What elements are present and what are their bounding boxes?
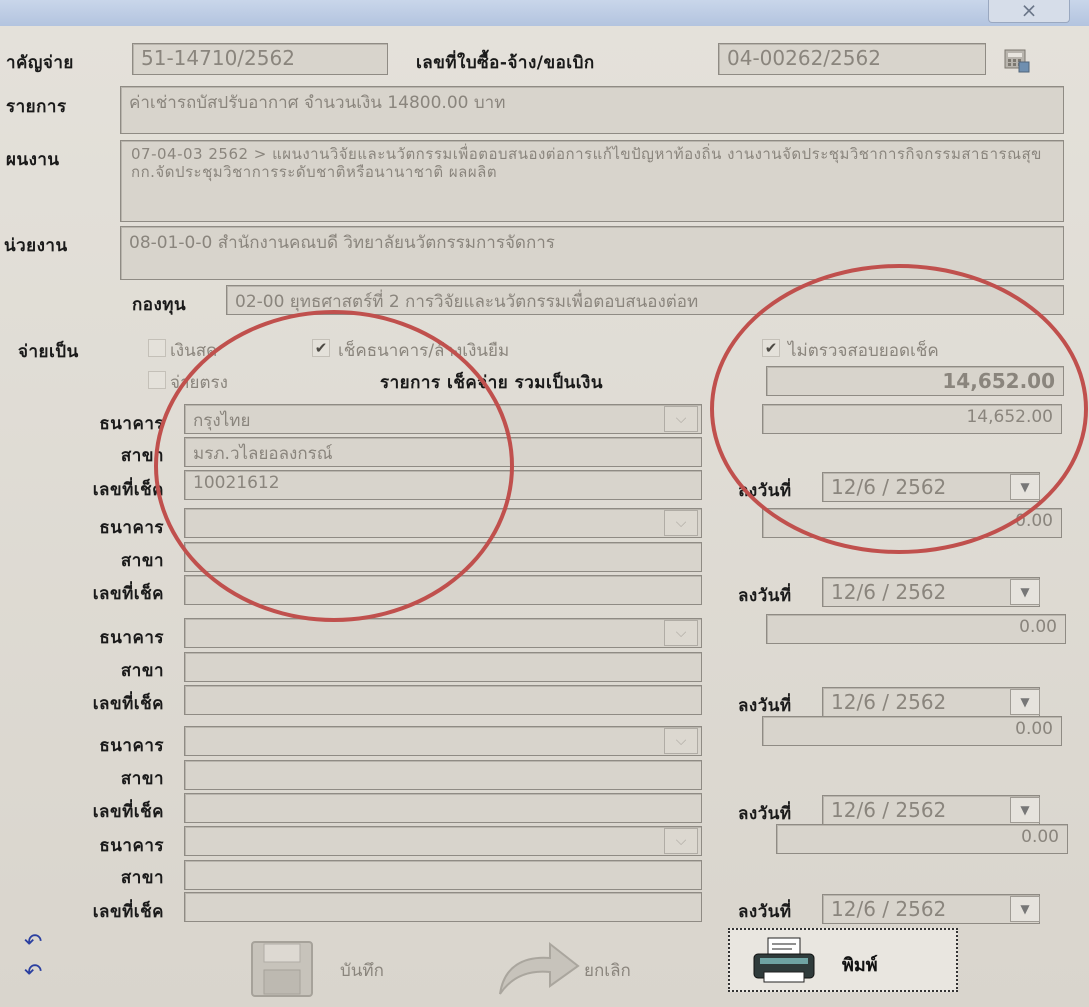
cheque-1-bank-dropdown-icon[interactable]: ⌵ bbox=[664, 406, 698, 432]
cheque-4-bank-dropdown-icon[interactable]: ⌵ bbox=[664, 728, 698, 754]
cheque-3-date-label: ลงวันที่ bbox=[738, 696, 792, 716]
calculator-icon[interactable] bbox=[1003, 48, 1031, 74]
cheque-4-branch-label: สาขา bbox=[120, 769, 164, 789]
cash-option-label: เงินสด bbox=[170, 341, 218, 361]
cheque-3-branch-label: สาขา bbox=[120, 661, 164, 681]
unit-label: น่วยงาน bbox=[4, 236, 68, 256]
cheque-3-amount-field[interactable]: 0.00 bbox=[766, 614, 1066, 644]
cancel-button[interactable] bbox=[494, 936, 580, 996]
plan-label: ผนงาน bbox=[6, 150, 60, 170]
cancel-label: ยกเลิก bbox=[584, 961, 631, 981]
cheque-5-number-field[interactable] bbox=[184, 892, 702, 922]
cheque-5-bank-select[interactable] bbox=[184, 826, 702, 856]
cheque-4-bank-select[interactable] bbox=[184, 726, 702, 756]
cheque-2-bank-dropdown-icon[interactable]: ⌵ bbox=[664, 510, 698, 536]
cheque-4-number-field[interactable] bbox=[184, 793, 702, 823]
cheque-3-branch-field[interactable] bbox=[184, 652, 702, 682]
undo-icon-2[interactable]: ↶ bbox=[24, 960, 42, 985]
cheque-1-date-dropdown-icon[interactable]: ▼ bbox=[1010, 474, 1040, 500]
undo-icon[interactable]: ↶ bbox=[24, 930, 42, 955]
no-verify-checkbox[interactable]: ✔ bbox=[762, 339, 780, 357]
cheque-2-date-field[interactable]: 12/6 / 2562 bbox=[822, 577, 1040, 607]
cheque-1-bank-select[interactable]: กรุงไทย bbox=[184, 404, 702, 434]
cheque-1-branch-label: สาขา bbox=[120, 446, 164, 466]
cheque-5-date-label: ลงวันที่ bbox=[738, 902, 792, 922]
cheque-4-date-label: ลงวันที่ bbox=[738, 804, 792, 824]
cheque-3-number-field[interactable] bbox=[184, 685, 702, 715]
fund-field[interactable]: 02-00 ยุทธศาสตร์ที่ 2 การวิจัยและนวัตกรร… bbox=[226, 285, 1064, 315]
item-label: รายการ bbox=[6, 97, 67, 117]
cheque-2-number-label: เลขที่เช็ค bbox=[92, 584, 164, 604]
cheque-checkbox[interactable]: ✔ bbox=[312, 339, 330, 357]
cheque-5-branch-field[interactable] bbox=[184, 860, 702, 890]
po-number-field[interactable]: 04-00262/2562 bbox=[718, 43, 986, 75]
contract-number-field[interactable]: 51-14710/2562 bbox=[132, 43, 388, 75]
cheque-1-amount-field[interactable]: 14,652.00 bbox=[762, 404, 1062, 434]
cheque-3-bank-dropdown-icon[interactable]: ⌵ bbox=[664, 620, 698, 646]
cheque-2-bank-select[interactable] bbox=[184, 508, 702, 538]
cheque-5-branch-label: สาขา bbox=[120, 868, 164, 888]
cheque-total-field[interactable]: 14,652.00 bbox=[766, 366, 1064, 396]
po-number-label: เลขที่ใบซื้อ-จ้าง/ขอเบิก bbox=[416, 53, 595, 73]
cheque-4-number-label: เลขที่เช็ค bbox=[92, 802, 164, 822]
unit-field[interactable]: 08-01-0-0 สำนักงานคณบดี วิทยาลัยนวัตกรรม… bbox=[120, 226, 1064, 280]
print-label: พิมพ์ bbox=[842, 955, 878, 976]
contract-label: าคัญจ่าย bbox=[6, 53, 74, 73]
cheque-1-number-label: เลขที่เช็ค bbox=[92, 480, 164, 500]
cheque-2-branch-label: สาขา bbox=[120, 551, 164, 571]
cheque-1-date-field[interactable]: 12/6 / 2562 bbox=[822, 472, 1040, 502]
cheque-3-date-dropdown-icon[interactable]: ▼ bbox=[1010, 689, 1040, 715]
printer-icon bbox=[753, 937, 815, 983]
cheque-1-branch-field[interactable]: มรภ.วไลยอลงกรณ์ bbox=[184, 437, 702, 467]
cheque-total-label: รายการ เช็คจ่าย รวมเป็นเงิน bbox=[380, 373, 603, 393]
cheque-2-date-label: ลงวันที่ bbox=[738, 586, 792, 606]
direct-pay-checkbox[interactable] bbox=[148, 371, 166, 389]
cheque-1-number-field[interactable]: 10021612 bbox=[184, 470, 702, 500]
cheque-2-bank-label: ธนาคาร bbox=[99, 518, 164, 538]
cheque-payment-panel: าคัญจ่าย 51-14710/2562 เลขที่ใบซื้อ-จ้าง… bbox=[0, 26, 1089, 1007]
title-bar: ⨯ bbox=[0, 0, 1089, 26]
cheque-2-date-dropdown-icon[interactable]: ▼ bbox=[1010, 579, 1040, 605]
save-label: บันทึก bbox=[340, 961, 384, 981]
cheque-5-date-field[interactable]: 12/6 / 2562 bbox=[822, 894, 1040, 924]
cheque-3-bank-label: ธนาคาร bbox=[99, 628, 164, 648]
cheque-4-date-dropdown-icon[interactable]: ▼ bbox=[1010, 797, 1040, 823]
cheque-4-branch-field[interactable] bbox=[184, 760, 702, 790]
fund-label: กองทุน bbox=[132, 295, 187, 315]
cheque-3-bank-select[interactable] bbox=[184, 618, 702, 648]
cheque-1-bank-label: ธนาคาร bbox=[99, 414, 164, 434]
cheque-5-bank-label: ธนาคาร bbox=[99, 836, 164, 856]
cheque-4-bank-label: ธนาคาร bbox=[99, 736, 164, 756]
item-description-field[interactable]: ค่าเช่ารถบัสปรับอากาศ จำนวนเงิน 14800.00… bbox=[120, 86, 1064, 134]
cheque-3-date-field[interactable]: 12/6 / 2562 bbox=[822, 687, 1040, 717]
cheque-2-amount-field[interactable]: 0.00 bbox=[762, 508, 1062, 538]
cheque-2-branch-field[interactable] bbox=[184, 542, 702, 572]
cheque-option-label: เช็คธนาคาร/ล้างเงินยืม bbox=[338, 341, 510, 361]
cheque-2-number-field[interactable] bbox=[184, 575, 702, 605]
plan-field[interactable]: 07-04-03 2562 > แผนงานวิจัยและนวัตกรรมเพ… bbox=[120, 140, 1064, 222]
save-button[interactable] bbox=[246, 940, 318, 998]
cheque-4-amount-field[interactable]: 0.00 bbox=[762, 716, 1062, 746]
pay-as-label: จ่ายเป็น bbox=[18, 342, 79, 362]
cheque-5-number-label: เลขที่เช็ค bbox=[92, 902, 164, 922]
cash-checkbox[interactable] bbox=[148, 339, 166, 357]
floppy-disk-icon bbox=[251, 941, 313, 997]
redo-arrow-icon bbox=[499, 941, 580, 995]
cheque-3-number-label: เลขที่เช็ค bbox=[92, 694, 164, 714]
print-button[interactable]: พิมพ์ bbox=[728, 928, 958, 992]
direct-pay-label: จ่ายตรง bbox=[170, 373, 228, 393]
cheque-5-amount-field[interactable]: 0.00 bbox=[776, 824, 1068, 854]
cheque-5-bank-dropdown-icon[interactable]: ⌵ bbox=[664, 828, 698, 854]
close-button[interactable]: ⨯ bbox=[988, 0, 1070, 23]
no-verify-option-label: ไม่ตรวจสอบยอดเช็ค bbox=[788, 341, 939, 361]
cheque-4-date-field[interactable]: 12/6 / 2562 bbox=[822, 795, 1040, 825]
cheque-1-date-label: ลงวันที่ bbox=[738, 481, 792, 501]
cheque-5-date-dropdown-icon[interactable]: ▼ bbox=[1010, 896, 1040, 922]
